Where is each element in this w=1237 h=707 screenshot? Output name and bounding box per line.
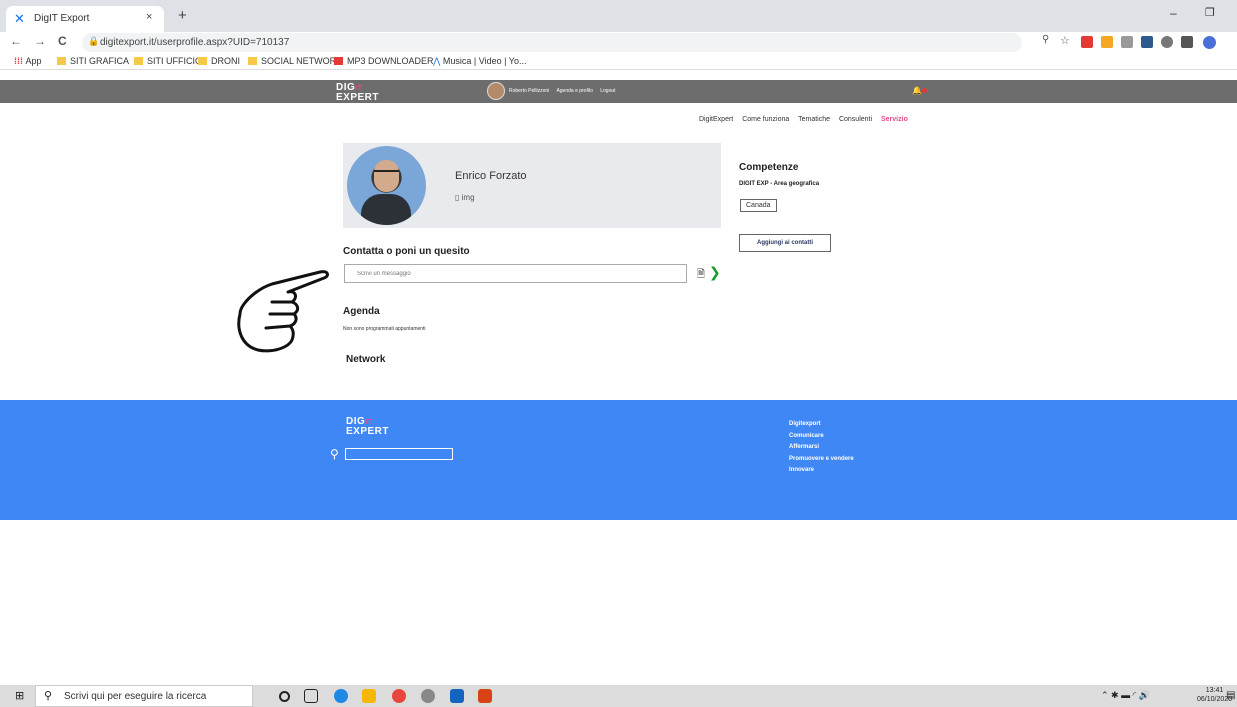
- nav-digitexpert[interactable]: DigitExpert: [699, 116, 733, 123]
- bookmark-apps[interactable]: ⁞⁞⁞ App: [14, 56, 42, 66]
- add-contact-button[interactable]: Aggiungi ai contatti: [739, 234, 831, 252]
- competenze-heading: Competenze: [739, 162, 799, 173]
- user-name-link[interactable]: Roberto Pellizzoni: [509, 88, 549, 94]
- nav-consulenti[interactable]: Consulenti: [839, 116, 872, 123]
- agenda-empty-text: Non sono programmati appuntamenti: [343, 326, 426, 332]
- app-icon[interactable]: [421, 689, 435, 703]
- site-logo[interactable]: DIGIT EXPERT: [336, 83, 379, 103]
- tab-title: DigIT Export: [34, 13, 90, 24]
- extension-icon[interactable]: [1101, 36, 1113, 48]
- browser-tab[interactable]: ✕ DigIT Export ×: [6, 6, 164, 32]
- profile-photo: [347, 146, 426, 225]
- bookmark-star-icon[interactable]: ☆: [1060, 34, 1070, 47]
- contact-heading: Contatta o poni un quesito: [343, 246, 470, 257]
- notification-bell-icon[interactable]: 🔔: [912, 86, 927, 95]
- new-tab-button[interactable]: +: [178, 7, 187, 24]
- forward-button[interactable]: →: [34, 34, 46, 48]
- task-view-icon[interactable]: [304, 689, 318, 703]
- message-input[interactable]: [344, 264, 687, 283]
- bookmark-folder[interactable]: SITI GRAFICA: [57, 56, 129, 66]
- folder-icon: [248, 57, 257, 65]
- folder-icon: [134, 57, 143, 65]
- edge-icon[interactable]: [334, 689, 348, 703]
- taskbar-search[interactable]: ⚲ Scrivi qui per eseguire la ricerca: [35, 685, 253, 707]
- bookmark-link[interactable]: ⋀ Musica | Video | Yo...: [433, 56, 526, 67]
- extension-icon[interactable]: [1121, 36, 1133, 48]
- competenze-area: DIGIT EXP - Area geografica: [739, 181, 820, 187]
- youtube-icon: [334, 57, 343, 65]
- browser-tab-bar: ✕ DigIT Export × + – ❐: [0, 0, 1237, 32]
- logout-link[interactable]: Logout: [600, 88, 615, 94]
- site-footer: [0, 400, 1237, 520]
- word-icon[interactable]: [450, 689, 464, 703]
- user-menu: Roberto Pellizzoni Agenda e profilo Logo…: [509, 88, 622, 94]
- send-arrow-icon[interactable]: ❯: [709, 264, 721, 281]
- music-icon: ⋀: [433, 56, 443, 66]
- profile-name: Enrico Forzato: [455, 170, 527, 182]
- agenda-heading: Agenda: [343, 306, 380, 317]
- powerpoint-icon[interactable]: [478, 689, 492, 703]
- tab-close-icon[interactable]: ×: [146, 11, 152, 23]
- bookmark-link[interactable]: MP3 DOWNLOADER: [334, 56, 434, 66]
- reload-button[interactable]: C: [58, 34, 67, 48]
- window-minimize-icon[interactable]: –: [1170, 6, 1177, 20]
- extension-icon[interactable]: [1161, 36, 1173, 48]
- footer-logo[interactable]: DIGIT EXPERT: [346, 417, 389, 437]
- footer-search-input[interactable]: [345, 448, 453, 460]
- address-bar[interactable]: 🔒 digitexport.it/userprofile.aspx?UID=71…: [82, 33, 1022, 52]
- search-icon[interactable]: ⚲: [330, 447, 339, 461]
- footer-links: Digitexport Comunicare Affermarsi Promuo…: [789, 419, 854, 477]
- footer-link-comunicare[interactable]: Comunicare: [789, 431, 854, 443]
- extension-icon[interactable]: [1081, 36, 1093, 48]
- footer-link-innovare[interactable]: Innovare: [789, 465, 854, 477]
- footer-link-affermarsi[interactable]: Affermarsi: [789, 442, 854, 454]
- file-explorer-icon[interactable]: [362, 689, 376, 703]
- profile-avatar-icon[interactable]: [1203, 36, 1216, 49]
- bookmarks-bar: ⁞⁞⁞ App SITI GRAFICA SITI UFFICIO DRONI …: [0, 53, 1237, 70]
- window-restore-icon[interactable]: ❐: [1205, 6, 1215, 19]
- network-heading: Network: [346, 354, 386, 365]
- bookmark-folder[interactable]: SOCIAL NETWORK: [248, 56, 342, 66]
- broken-image: ▯ img: [455, 193, 475, 202]
- extension-icon[interactable]: [1141, 36, 1153, 48]
- agenda-profile-link[interactable]: Agenda e profilo: [556, 88, 592, 94]
- notification-dot: [921, 88, 927, 93]
- windows-start-icon[interactable]: ⊞: [15, 689, 24, 702]
- nav-servizio[interactable]: Servizio: [881, 116, 908, 123]
- cortana-icon[interactable]: [279, 691, 290, 702]
- puzzle-icon[interactable]: [1181, 36, 1193, 48]
- windows-taskbar: ⊞ ⚲ Scrivi qui per eseguire la ricerca ⌃…: [0, 685, 1237, 707]
- pointing-hand-drawing: [237, 270, 329, 353]
- notification-center-icon[interactable]: ▤: [1226, 690, 1235, 701]
- country-tag: Canada: [740, 199, 777, 212]
- nav-tematiche[interactable]: Tematiche: [798, 116, 830, 123]
- footer-link-promuovere[interactable]: Promuovere e vendere: [789, 454, 854, 466]
- apps-grid-icon: ⁞⁞⁞: [14, 56, 26, 66]
- nav-come-funziona[interactable]: Come funziona: [742, 116, 789, 123]
- search-icon: ⚲: [44, 690, 53, 702]
- folder-icon: [57, 57, 66, 65]
- attach-file-icon[interactable]: 🗎: [697, 267, 705, 284]
- url-text: digitexport.it/userprofile.aspx?UID=7101…: [100, 37, 290, 48]
- zoom-icon[interactable]: ⚲: [1042, 34, 1049, 45]
- site-nav: DigitExpert Come funziona Tematiche Cons…: [699, 116, 915, 123]
- folder-icon: [198, 57, 207, 65]
- bookmark-folder[interactable]: SITI UFFICIO: [134, 56, 202, 66]
- system-tray[interactable]: ⌃ ✱ ▬ ◜ 🔊: [1101, 690, 1150, 701]
- bookmark-folder[interactable]: DRONI: [198, 56, 240, 66]
- lock-icon: 🔒: [88, 36, 100, 46]
- footer-link-digitexport[interactable]: Digitexport: [789, 419, 854, 431]
- user-avatar[interactable]: [487, 82, 505, 100]
- site-favicon-icon: ✕: [14, 11, 25, 26]
- image-placeholder-icon: ▯: [455, 193, 462, 202]
- chrome-icon[interactable]: [392, 689, 406, 703]
- taskbar-search-placeholder: Scrivi qui per eseguire la ricerca: [64, 691, 207, 702]
- back-button[interactable]: ←: [10, 34, 22, 48]
- address-row: ← → C 🔒 digitexport.it/userprofile.aspx?…: [0, 32, 1237, 53]
